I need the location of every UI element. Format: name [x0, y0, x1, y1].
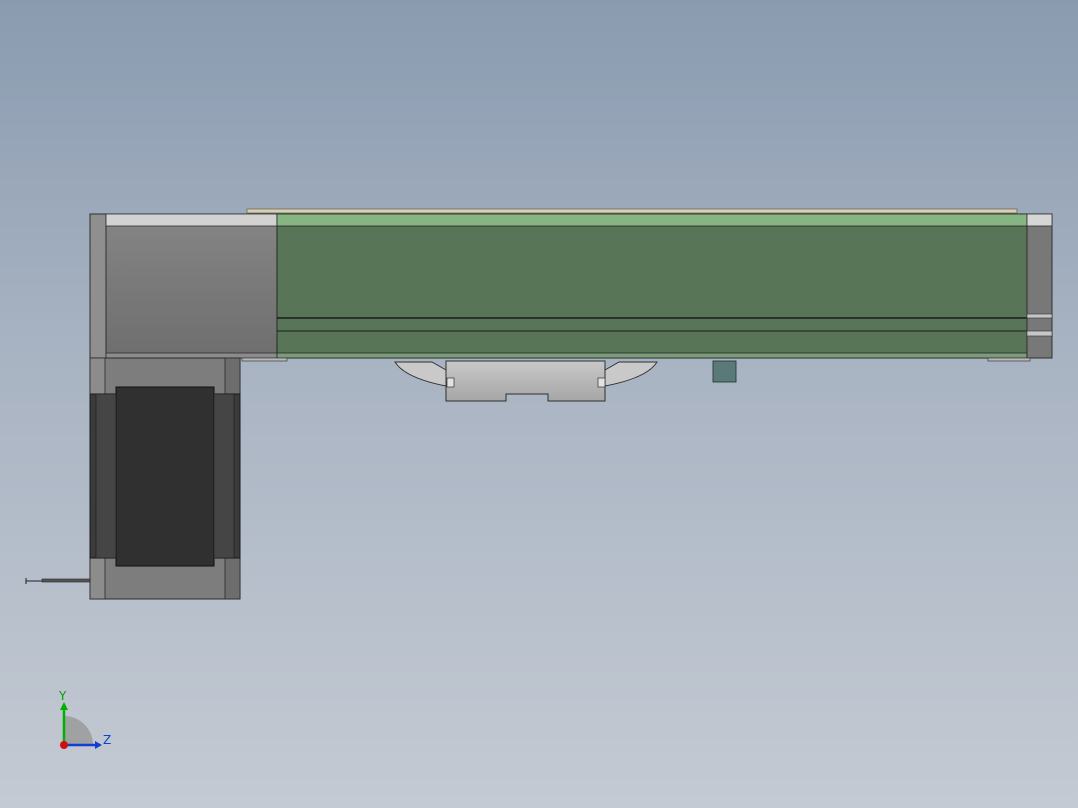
triad-quadrant: [64, 716, 93, 745]
motor-mount-housing: [89, 213, 278, 359]
y-axis-arrow-head: [60, 702, 68, 710]
limit-sensor: [712, 360, 737, 383]
top-cover-strip: [246, 208, 1018, 214]
cad-graphics-area[interactable]: Y Z: [0, 0, 1078, 808]
green-aluminum-rail: [276, 213, 1028, 359]
y-axis-label: Y: [58, 689, 67, 703]
z-axis-label: Z: [103, 733, 111, 747]
orientation-triad[interactable]: Y Z: [58, 689, 111, 749]
mounting-foot-right: [987, 357, 1031, 362]
x-axis-origin: [60, 741, 68, 749]
model-view-svg[interactable]: Y Z: [0, 0, 1078, 808]
stepper-motor: [89, 357, 241, 600]
linear-module-assembly[interactable]: [25, 208, 1053, 600]
motor-cable: [25, 578, 91, 584]
right-end-cap: [1026, 213, 1053, 359]
carriage-slider: [394, 360, 658, 402]
z-axis-arrow-head: [95, 741, 102, 749]
mounting-foot-left: [241, 357, 288, 362]
